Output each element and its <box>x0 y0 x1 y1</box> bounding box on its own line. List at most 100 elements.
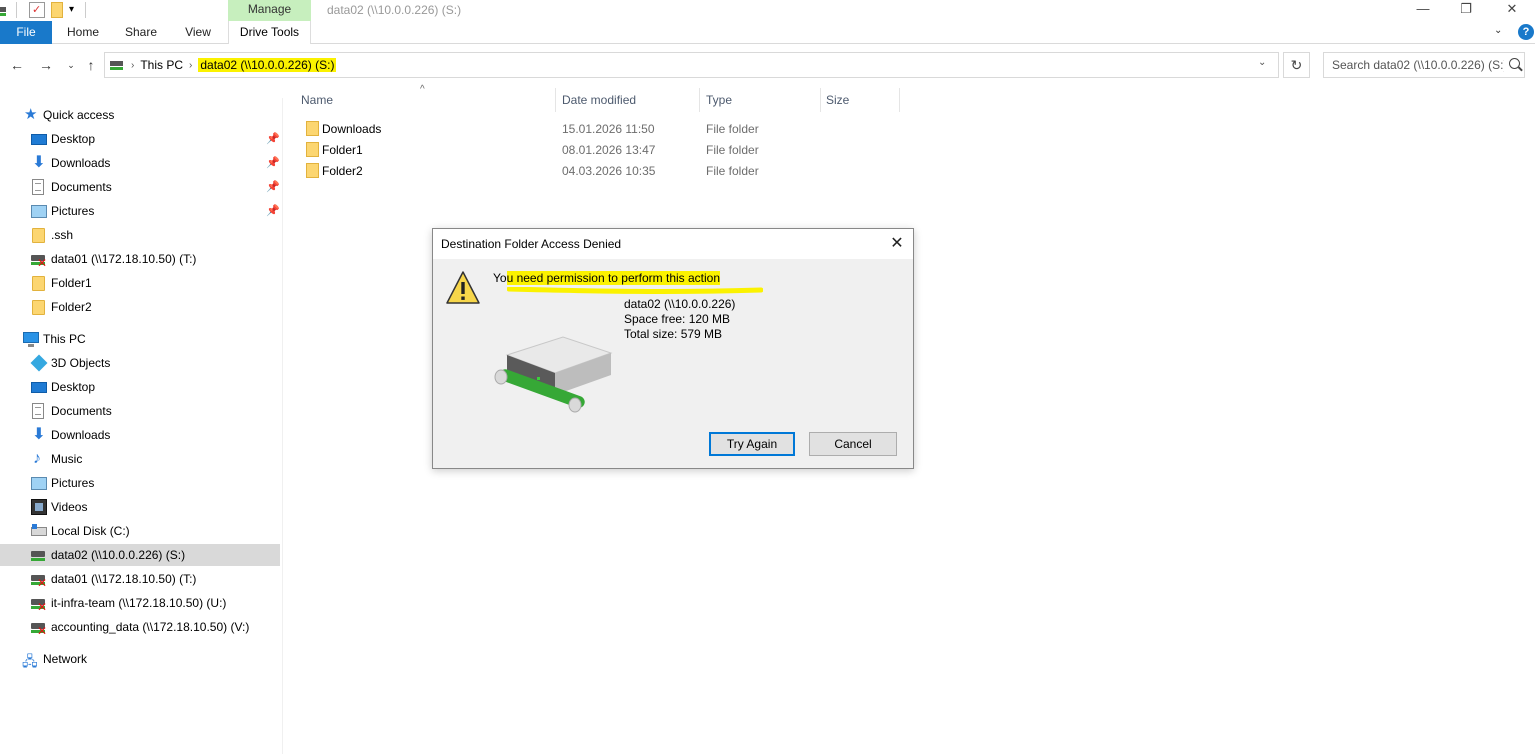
network-drive-icon <box>0 2 10 18</box>
search-box[interactable] <box>1323 52 1525 78</box>
cancel-button[interactable]: Cancel <box>809 432 897 456</box>
dialog-close-button[interactable]: ✕ <box>885 233 909 255</box>
column-header-date[interactable]: Date modified <box>562 88 636 112</box>
file-row[interactable]: Downloads 15.01.2026 11:50 File folder <box>300 118 900 139</box>
nav-item-data01[interactable]: ✕ data01 (\\172.18.10.50) (T:) <box>0 568 280 590</box>
refresh-button[interactable]: ↻ <box>1283 52 1310 78</box>
pin-icon[interactable]: 📌 <box>266 132 280 145</box>
navigation-pane: ★ Quick access Desktop 📌 ⬇ Downloads 📌 D… <box>0 98 283 754</box>
nav-item-data01[interactable]: ✕ data01 (\\172.18.10.50) (T:) <box>0 248 280 270</box>
column-divider[interactable] <box>820 88 821 112</box>
back-button[interactable]: ← <box>8 56 26 74</box>
search-input[interactable] <box>1324 53 1504 77</box>
try-again-button[interactable]: Try Again <box>709 432 795 456</box>
nav-label: Desktop <box>51 380 96 394</box>
nav-item-desktop[interactable]: Desktop <box>0 376 280 398</box>
window-title: data02 (\\10.0.0.226) (S:) <box>327 3 462 17</box>
nav-item-videos[interactable]: Videos <box>0 496 280 518</box>
breadcrumb-separator: › <box>131 59 135 71</box>
nav-item-data02[interactable]: data02 (\\10.0.0.226) (S:) <box>0 544 280 566</box>
network-drive-illustration-icon <box>494 336 613 413</box>
column-divider[interactable] <box>699 88 700 112</box>
breadcrumb-separator: › <box>189 59 193 71</box>
nav-item-documents[interactable]: Documents 📌 <box>0 176 280 198</box>
contextual-tab-manage: Manage <box>228 0 311 21</box>
tab-file[interactable]: File <box>0 21 52 44</box>
nav-item-pictures[interactable]: Pictures 📌 <box>0 200 280 222</box>
column-divider[interactable] <box>555 88 556 112</box>
nav-item-folder1[interactable]: Folder1 <box>0 272 280 294</box>
videos-icon <box>31 499 47 515</box>
this-pc-icon <box>23 332 39 347</box>
column-header-type[interactable]: Type <box>706 88 732 112</box>
pin-icon[interactable]: 📌 <box>266 180 280 193</box>
dialog-title: Destination Folder Access Denied <box>441 237 622 251</box>
qat-divider <box>85 2 86 18</box>
nav-item-desktop[interactable]: Desktop 📌 <box>0 128 280 150</box>
desktop-icon <box>31 382 47 393</box>
column-header-name[interactable]: Name <box>301 88 333 112</box>
nav-item-it-infra-team[interactable]: ✕ it-infra-team (\\172.18.10.50) (U:) <box>0 592 280 614</box>
pictures-icon <box>31 477 47 490</box>
breadcrumb-this-pc[interactable]: This PC <box>140 58 183 72</box>
new-folder-icon[interactable] <box>51 2 63 18</box>
nav-item-downloads[interactable]: ⬇ Downloads <box>0 424 280 446</box>
properties-icon[interactable]: ✓ <box>29 2 45 18</box>
quick-access-toolbar: ✓ ▾ <box>0 1 86 19</box>
breadcrumb-current-drive[interactable]: data02 (\\10.0.0.226) (S:) <box>198 58 337 72</box>
pictures-icon <box>31 205 47 218</box>
up-button[interactable]: ↑ <box>82 56 100 74</box>
tab-view[interactable]: View <box>176 21 220 44</box>
folder-icon <box>306 142 319 157</box>
help-icon[interactable]: ? <box>1518 24 1534 40</box>
qat-customize-icon[interactable]: ▾ <box>69 2 79 18</box>
disconnected-drive-icon: ✕ <box>31 619 47 637</box>
tab-home[interactable]: Home <box>60 21 106 44</box>
highlight-stroke <box>507 287 763 295</box>
nav-item-music[interactable]: ♪ Music <box>0 448 280 470</box>
nav-item-ssh[interactable]: .ssh <box>0 224 280 246</box>
tab-share[interactable]: Share <box>119 21 163 44</box>
nav-item-3d-objects[interactable]: 3D Objects <box>0 352 280 374</box>
nav-label: Documents <box>51 180 112 194</box>
file-type: File folder <box>706 143 759 157</box>
nav-this-pc[interactable]: This PC <box>0 328 280 350</box>
disconnected-drive-icon: ✕ <box>31 571 47 589</box>
music-icon: ♪ <box>33 450 41 467</box>
nav-item-pictures[interactable]: Pictures <box>0 472 280 494</box>
ribbon-tabs: File Home Share View Drive Tools ⌄ ? <box>0 21 1535 44</box>
pin-icon[interactable]: 📌 <box>266 204 280 217</box>
pin-icon[interactable]: 📌 <box>266 156 280 169</box>
nav-item-downloads[interactable]: ⬇ Downloads 📌 <box>0 152 280 174</box>
close-window-button[interactable]: ✕ <box>1489 0 1535 20</box>
expand-ribbon-icon[interactable]: ⌄ <box>1494 25 1502 36</box>
nav-label: .ssh <box>51 228 74 242</box>
drive-name: data02 (\\10.0.0.226) <box>624 297 736 311</box>
dialog-title-bar: Destination Folder Access Denied ✕ <box>433 229 913 259</box>
documents-icon <box>32 403 44 419</box>
nav-label: Pictures <box>51 204 95 218</box>
nav-network[interactable]: 🖧 Network <box>0 648 280 670</box>
nav-label: Folder2 <box>51 300 92 314</box>
file-type: File folder <box>706 164 759 178</box>
nav-item-documents[interactable]: Documents <box>0 400 280 422</box>
forward-button[interactable]: → <box>37 56 55 74</box>
disconnected-drive-icon: ✕ <box>31 595 47 613</box>
address-bar[interactable]: › This PC › data02 (\\10.0.0.226) (S:) ⌄ <box>104 52 1279 78</box>
column-divider[interactable] <box>899 88 900 112</box>
recent-locations-button[interactable]: ⌄ <box>62 56 80 74</box>
nav-label: 3D Objects <box>51 356 111 370</box>
file-row[interactable]: Folder2 04.03.2026 10:35 File folder <box>300 160 900 181</box>
nav-item-local-disk[interactable]: Local Disk (C:) <box>0 520 280 542</box>
tab-drive-tools[interactable]: Drive Tools <box>228 21 311 44</box>
nav-item-folder2[interactable]: Folder2 <box>0 296 280 318</box>
restore-button[interactable]: ❐ <box>1443 0 1489 20</box>
nav-item-accounting-data[interactable]: ✕ accounting_data (\\172.18.10.50) (V:) <box>0 616 280 638</box>
address-dropdown-icon[interactable]: ⌄ <box>1258 57 1266 68</box>
column-header-size[interactable]: Size <box>826 88 849 112</box>
file-name: Downloads <box>322 122 382 136</box>
nav-quick-access[interactable]: ★ Quick access <box>0 104 280 126</box>
folder-icon <box>32 228 45 243</box>
minimize-button[interactable]: — <box>1400 0 1446 20</box>
file-row[interactable]: Folder1 08.01.2026 13:47 File folder <box>300 139 900 160</box>
